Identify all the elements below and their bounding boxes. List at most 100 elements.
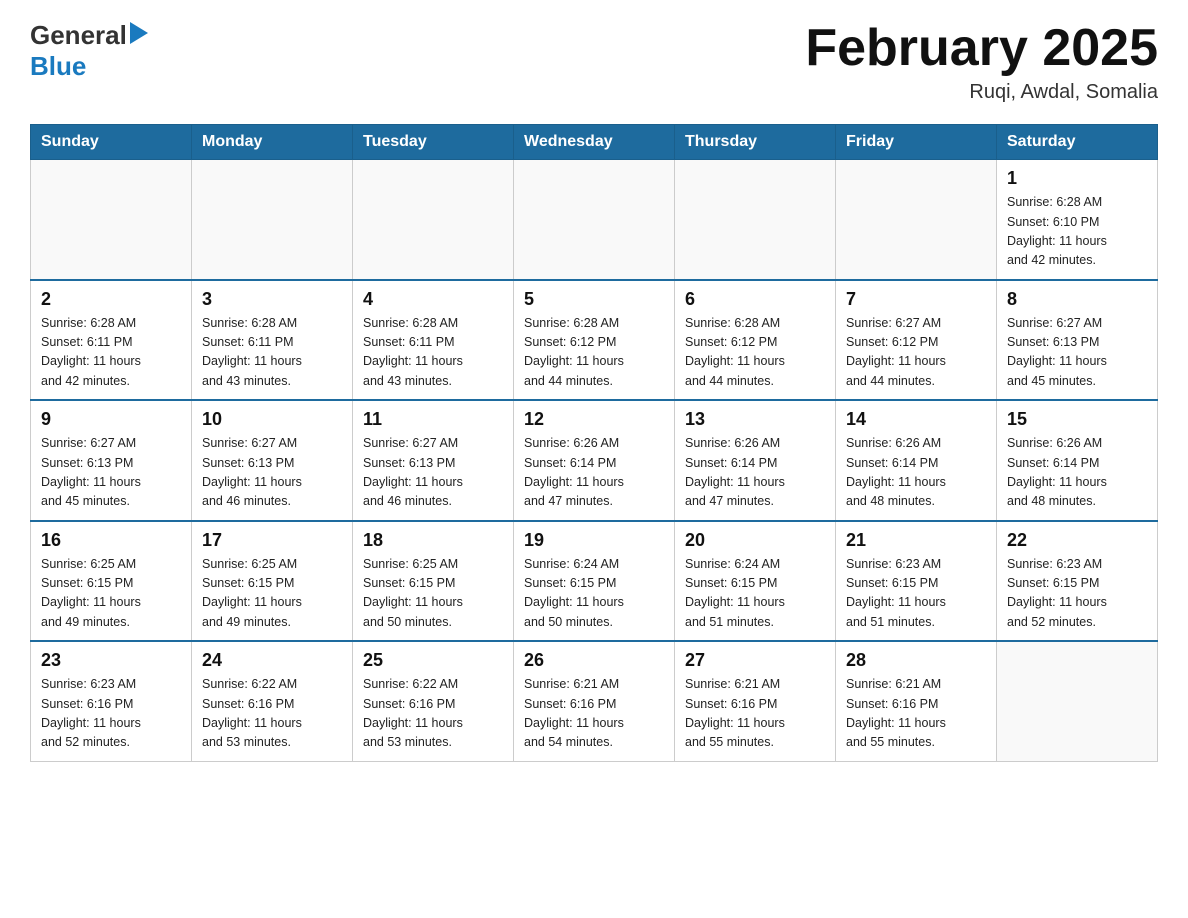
- month-title: February 2025: [805, 20, 1158, 77]
- day-number: 12: [524, 409, 664, 430]
- logo-arrow-icon: [130, 20, 148, 51]
- day-number: 16: [41, 530, 181, 551]
- day-number: 3: [202, 289, 342, 310]
- day-number: 23: [41, 650, 181, 671]
- day-number: 14: [846, 409, 986, 430]
- calendar-cell: 24 Sunrise: 6:22 AM Sunset: 6:16 PM Dayli…: [192, 641, 353, 761]
- day-number: 26: [524, 650, 664, 671]
- calendar-cell: 16 Sunrise: 6:25 AM Sunset: 6:15 PM Dayli…: [31, 521, 192, 642]
- day-info: Sunrise: 6:22 AM Sunset: 6:16 PM Dayligh…: [363, 675, 503, 753]
- day-info: Sunrise: 6:22 AM Sunset: 6:16 PM Dayligh…: [202, 675, 342, 753]
- weekday-saturday: Saturday: [997, 125, 1158, 160]
- day-info: Sunrise: 6:27 AM Sunset: 6:13 PM Dayligh…: [202, 434, 342, 512]
- calendar-cell: [836, 160, 997, 280]
- calendar-cell: 13 Sunrise: 6:26 AM Sunset: 6:14 PM Dayli…: [675, 400, 836, 521]
- day-number: 11: [363, 409, 503, 430]
- day-number: 22: [1007, 530, 1147, 551]
- day-info: Sunrise: 6:28 AM Sunset: 6:10 PM Dayligh…: [1007, 193, 1147, 271]
- calendar-cell: 14 Sunrise: 6:26 AM Sunset: 6:14 PM Dayli…: [836, 400, 997, 521]
- day-number: 10: [202, 409, 342, 430]
- day-info: Sunrise: 6:27 AM Sunset: 6:13 PM Dayligh…: [1007, 314, 1147, 392]
- day-info: Sunrise: 6:26 AM Sunset: 6:14 PM Dayligh…: [846, 434, 986, 512]
- logo-general: General: [30, 20, 127, 51]
- calendar-cell: 21Sunrise: 6:23 AM Sunset: 6:15 PM Dayli…: [836, 521, 997, 642]
- day-number: 25: [363, 650, 503, 671]
- calendar-cell: 18Sunrise: 6:25 AM Sunset: 6:15 PM Dayli…: [353, 521, 514, 642]
- day-info: Sunrise: 6:21 AM Sunset: 6:16 PM Dayligh…: [524, 675, 664, 753]
- day-number: 5: [524, 289, 664, 310]
- weekday-monday: Monday: [192, 125, 353, 160]
- calendar-week-row: 1 Sunrise: 6:28 AM Sunset: 6:10 PM Daylig…: [31, 160, 1158, 280]
- day-info: Sunrise: 6:27 AM Sunset: 6:13 PM Dayligh…: [41, 434, 181, 512]
- weekday-sunday: Sunday: [31, 125, 192, 160]
- day-number: 8: [1007, 289, 1147, 310]
- calendar-table: SundayMondayTuesdayWednesdayThursdayFrid…: [30, 124, 1158, 762]
- day-number: 24: [202, 650, 342, 671]
- weekday-friday: Friday: [836, 125, 997, 160]
- calendar-week-row: 9Sunrise: 6:27 AM Sunset: 6:13 PM Daylig…: [31, 400, 1158, 521]
- calendar-cell: 11 Sunrise: 6:27 AM Sunset: 6:13 PM Dayli…: [353, 400, 514, 521]
- day-number: 21: [846, 530, 986, 551]
- day-info: Sunrise: 6:28 AM Sunset: 6:11 PM Dayligh…: [363, 314, 503, 392]
- calendar-cell: 12 Sunrise: 6:26 AM Sunset: 6:14 PM Dayli…: [514, 400, 675, 521]
- logo: General Blue: [30, 20, 148, 82]
- day-info: Sunrise: 6:26 AM Sunset: 6:14 PM Dayligh…: [524, 434, 664, 512]
- day-info: Sunrise: 6:27 AM Sunset: 6:13 PM Dayligh…: [363, 434, 503, 512]
- calendar-cell: 17 Sunrise: 6:25 AM Sunset: 6:15 PM Dayli…: [192, 521, 353, 642]
- day-info: Sunrise: 6:25 AM Sunset: 6:15 PM Dayligh…: [41, 555, 181, 633]
- calendar-cell: 20 Sunrise: 6:24 AM Sunset: 6:15 PM Dayli…: [675, 521, 836, 642]
- day-number: 4: [363, 289, 503, 310]
- day-info: Sunrise: 6:24 AM Sunset: 6:15 PM Dayligh…: [685, 555, 825, 633]
- day-number: 27: [685, 650, 825, 671]
- calendar-cell: 9Sunrise: 6:27 AM Sunset: 6:13 PM Daylig…: [31, 400, 192, 521]
- calendar-week-row: 23 Sunrise: 6:23 AM Sunset: 6:16 PM Dayli…: [31, 641, 1158, 761]
- logo-blue: Blue: [30, 51, 86, 81]
- day-info: Sunrise: 6:25 AM Sunset: 6:15 PM Dayligh…: [363, 555, 503, 633]
- calendar-cell: [31, 160, 192, 280]
- day-number: 17: [202, 530, 342, 551]
- calendar-cell: 2Sunrise: 6:28 AM Sunset: 6:11 PM Daylig…: [31, 280, 192, 401]
- calendar-body: 1 Sunrise: 6:28 AM Sunset: 6:10 PM Daylig…: [31, 160, 1158, 762]
- day-info: Sunrise: 6:26 AM Sunset: 6:14 PM Dayligh…: [685, 434, 825, 512]
- day-info: Sunrise: 6:28 AM Sunset: 6:12 PM Dayligh…: [524, 314, 664, 392]
- day-info: Sunrise: 6:27 AM Sunset: 6:12 PM Dayligh…: [846, 314, 986, 392]
- weekday-thursday: Thursday: [675, 125, 836, 160]
- calendar-cell: 19 Sunrise: 6:24 AM Sunset: 6:15 PM Dayli…: [514, 521, 675, 642]
- calendar-week-row: 2Sunrise: 6:28 AM Sunset: 6:11 PM Daylig…: [31, 280, 1158, 401]
- calendar-cell: [353, 160, 514, 280]
- day-number: 13: [685, 409, 825, 430]
- calendar-cell: [192, 160, 353, 280]
- calendar-cell: 3 Sunrise: 6:28 AM Sunset: 6:11 PM Daylig…: [192, 280, 353, 401]
- calendar-cell: 10 Sunrise: 6:27 AM Sunset: 6:13 PM Dayli…: [192, 400, 353, 521]
- calendar-header: SundayMondayTuesdayWednesdayThursdayFrid…: [31, 125, 1158, 160]
- calendar-cell: 1 Sunrise: 6:28 AM Sunset: 6:10 PM Daylig…: [997, 160, 1158, 280]
- calendar-cell: 22 Sunrise: 6:23 AM Sunset: 6:15 PM Dayli…: [997, 521, 1158, 642]
- day-number: 15: [1007, 409, 1147, 430]
- calendar-cell: [997, 641, 1158, 761]
- calendar-week-row: 16 Sunrise: 6:25 AM Sunset: 6:15 PM Dayli…: [31, 521, 1158, 642]
- day-number: 20: [685, 530, 825, 551]
- day-info: Sunrise: 6:23 AM Sunset: 6:15 PM Dayligh…: [1007, 555, 1147, 633]
- title-section: February 2025 Ruqi, Awdal, Somalia: [805, 20, 1158, 104]
- calendar-cell: 7Sunrise: 6:27 AM Sunset: 6:12 PM Daylig…: [836, 280, 997, 401]
- day-number: 1: [1007, 168, 1147, 189]
- calendar-cell: [514, 160, 675, 280]
- weekday-tuesday: Tuesday: [353, 125, 514, 160]
- day-number: 6: [685, 289, 825, 310]
- day-info: Sunrise: 6:23 AM Sunset: 6:16 PM Dayligh…: [41, 675, 181, 753]
- weekday-wednesday: Wednesday: [514, 125, 675, 160]
- page-header: General Blue February 2025 Ruqi, Awdal, …: [30, 20, 1158, 104]
- day-info: Sunrise: 6:28 AM Sunset: 6:12 PM Dayligh…: [685, 314, 825, 392]
- day-info: Sunrise: 6:25 AM Sunset: 6:15 PM Dayligh…: [202, 555, 342, 633]
- calendar-cell: 8 Sunrise: 6:27 AM Sunset: 6:13 PM Daylig…: [997, 280, 1158, 401]
- day-info: Sunrise: 6:24 AM Sunset: 6:15 PM Dayligh…: [524, 555, 664, 633]
- calendar-cell: 5 Sunrise: 6:28 AM Sunset: 6:12 PM Daylig…: [514, 280, 675, 401]
- location: Ruqi, Awdal, Somalia: [805, 81, 1158, 104]
- day-number: 19: [524, 530, 664, 551]
- calendar-cell: 27Sunrise: 6:21 AM Sunset: 6:16 PM Dayli…: [675, 641, 836, 761]
- calendar-cell: 4 Sunrise: 6:28 AM Sunset: 6:11 PM Daylig…: [353, 280, 514, 401]
- day-info: Sunrise: 6:28 AM Sunset: 6:11 PM Dayligh…: [202, 314, 342, 392]
- day-number: 28: [846, 650, 986, 671]
- calendar-cell: 15Sunrise: 6:26 AM Sunset: 6:14 PM Dayli…: [997, 400, 1158, 521]
- calendar-cell: 26 Sunrise: 6:21 AM Sunset: 6:16 PM Dayli…: [514, 641, 675, 761]
